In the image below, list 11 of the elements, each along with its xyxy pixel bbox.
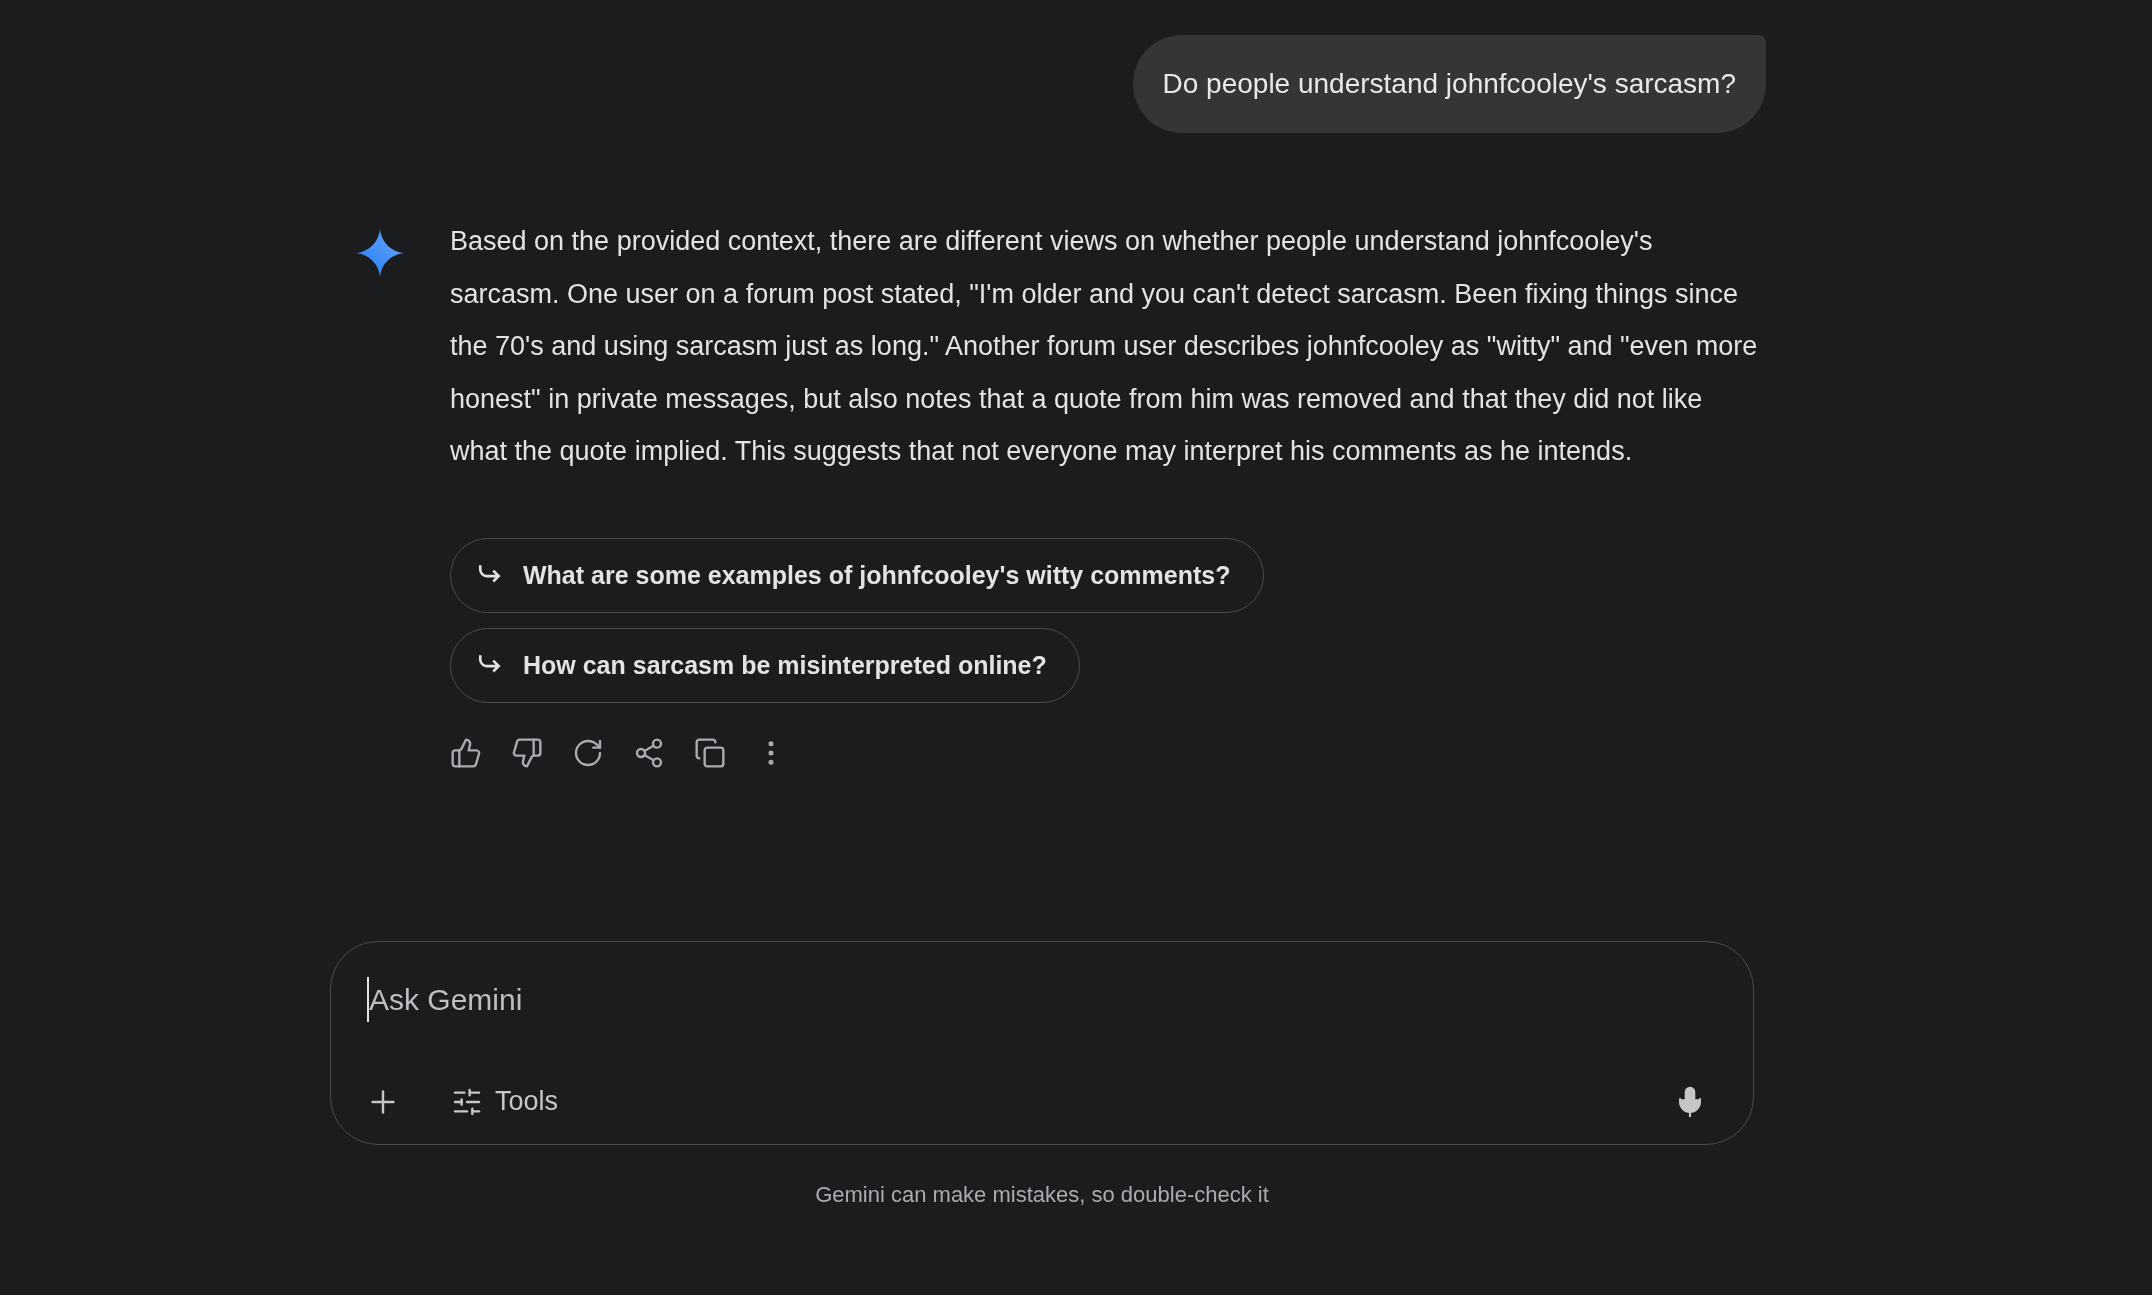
message-input[interactable]: Ask Gemini <box>367 976 1167 1022</box>
input-box[interactable]: Ask Gemini Tools <box>330 940 1754 1145</box>
share-icon[interactable] <box>633 736 665 769</box>
user-message: Do people understand johnfcooley's sarcasm? <box>1132 35 1766 133</box>
copy-icon[interactable] <box>694 736 726 769</box>
tools-button[interactable]: Tools <box>451 1081 559 1122</box>
sparkle-icon <box>356 229 404 277</box>
disclaimer-text: Gemini can make mistakes, so double-check it <box>815 1180 1269 1209</box>
thumbs-up-icon[interactable] <box>450 736 482 769</box>
thumbs-down-icon[interactable] <box>511 736 543 769</box>
response-text: Based on the provided context, there are different views on whether people understand johnfcooley's sarcasm. One user on a forum post stated, "I'm older and you can't detect sarcasm. Been fixing things since the 70's and using sarcasm just as long." Another forum user describes johnfcooley as "witty" and "even more honest" in private messages, but also notes that a quote from him was removed and that they did not like what the quote implied. This suggests that not everyone may interpret his comments as he intends. <box>450 225 1759 469</box>
